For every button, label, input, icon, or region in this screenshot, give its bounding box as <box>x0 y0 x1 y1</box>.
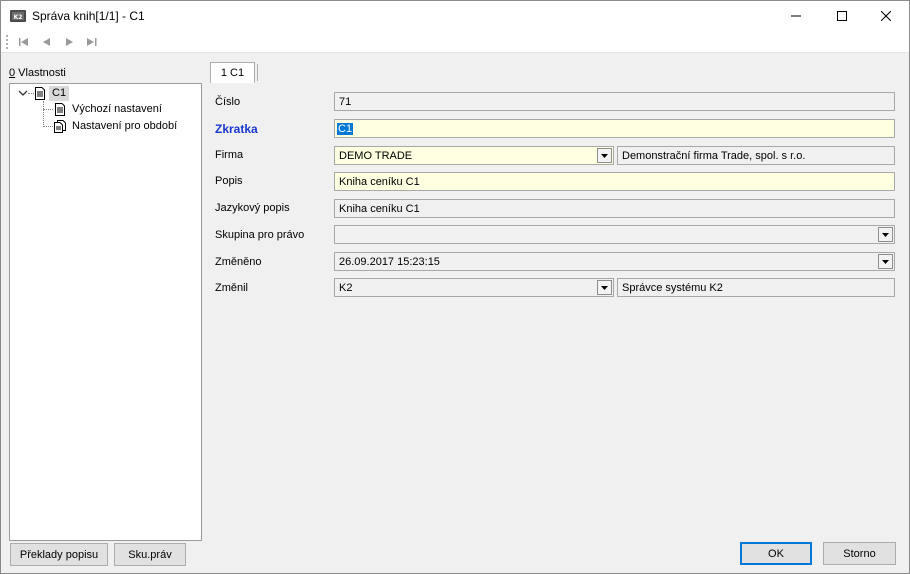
window-title: Správa knih[1/1] - C1 <box>32 9 145 23</box>
app-icon: K2 <box>10 10 26 22</box>
skupina-label: Skupina pro právo <box>215 229 305 241</box>
next-record-icon <box>66 38 73 46</box>
previous-record-button[interactable] <box>39 35 53 49</box>
ok-button[interactable]: OK <box>740 542 812 565</box>
first-record-button[interactable] <box>17 35 31 49</box>
cancel-button[interactable]: Storno <box>823 542 896 565</box>
tree-item-c1[interactable]: C1 <box>18 85 70 101</box>
last-record-icon <box>87 38 97 46</box>
title-bar[interactable]: K2 Správa knih[1/1] - C1 <box>1 1 909 31</box>
zkratka-label: Zkratka <box>215 122 258 136</box>
zmenil-value: K2 <box>339 281 353 294</box>
zmeneno-dropdown-button[interactable] <box>878 254 893 269</box>
tree-connector <box>43 101 44 127</box>
zmenil-label: Změnil <box>215 282 249 294</box>
popis-input[interactable]: Kniha ceníku C1 <box>334 172 895 191</box>
navigation-toolbar <box>1 31 909 53</box>
tree-item-label: Výchozí nastavení <box>72 102 162 115</box>
next-record-button[interactable] <box>63 35 77 49</box>
tab-c1[interactable]: 1 C1 <box>210 62 255 83</box>
dropdown-arrow-icon <box>601 153 608 158</box>
close-icon <box>881 11 891 21</box>
rights-group-button[interactable]: Sku.práv <box>114 543 186 566</box>
jazykovy-popis-label: Jazykový popis <box>215 202 290 214</box>
zmeneno-field[interactable]: 26.09.2017 15:23:15 <box>334 252 895 271</box>
firma-select[interactable]: DEMO TRADE <box>334 146 614 165</box>
zmenil-description: Správce systému K2 <box>617 278 895 297</box>
document-icon <box>55 102 65 116</box>
dropdown-arrow-icon <box>882 232 889 237</box>
tree-item-default-settings[interactable]: Výchozí nastavení <box>54 101 165 117</box>
cislo-field[interactable]: 71 <box>334 92 895 111</box>
maximize-icon <box>837 11 847 21</box>
dropdown-arrow-icon <box>882 259 889 264</box>
skupina-dropdown-button[interactable] <box>878 227 893 242</box>
minimize-button[interactable] <box>773 1 819 31</box>
chevron-down-icon[interactable] <box>18 89 28 97</box>
svg-text:K2: K2 <box>14 14 23 21</box>
zmenil-dropdown-button[interactable] <box>597 280 612 295</box>
jazykovy-popis-field[interactable]: Kniha ceníku C1 <box>334 199 895 218</box>
dropdown-arrow-icon <box>601 285 608 290</box>
first-record-icon <box>19 38 28 46</box>
maximize-button[interactable] <box>819 1 865 31</box>
tree-item-period-settings[interactable]: Nastavení pro období <box>54 118 180 134</box>
firma-value: DEMO TRADE <box>339 149 413 162</box>
tree-item-label: Nastavení pro období <box>72 119 178 132</box>
previous-record-icon <box>43 38 50 46</box>
tree-connector <box>43 109 53 110</box>
toolbar-grip[interactable] <box>6 35 8 49</box>
properties-tree[interactable]: C1 Výchozí nastavení Nastavení pro obdob… <box>9 83 202 541</box>
document-icon <box>35 86 45 100</box>
minimize-icon <box>791 15 801 17</box>
cislo-label: Číslo <box>215 96 241 108</box>
properties-label: 0 Vlastnosti <box>9 67 66 79</box>
tree-connector <box>43 126 53 127</box>
last-record-button[interactable] <box>85 35 99 49</box>
firma-description: Demonstrační firma Trade, spol. s r.o. <box>617 146 895 165</box>
zmeneno-label: Změněno <box>215 256 262 268</box>
main-window: K2 Správa knih[1/1] - C1 0 Vlastnosti C1… <box>0 0 910 574</box>
popis-label: Popis <box>215 175 243 187</box>
firma-dropdown-button[interactable] <box>597 148 612 163</box>
skupina-select[interactable] <box>334 225 895 244</box>
tree-item-label: C1 <box>49 85 70 101</box>
zmenil-select[interactable]: K2 <box>334 278 614 297</box>
documents-icon <box>54 119 66 133</box>
firma-label: Firma <box>215 149 244 161</box>
zkratka-input[interactable]: C1 <box>334 119 895 138</box>
translations-button[interactable]: Překlady popisu <box>10 543 108 566</box>
tab-separator <box>257 64 258 81</box>
zkratka-value: C1 <box>337 122 354 135</box>
close-button[interactable] <box>863 1 909 31</box>
